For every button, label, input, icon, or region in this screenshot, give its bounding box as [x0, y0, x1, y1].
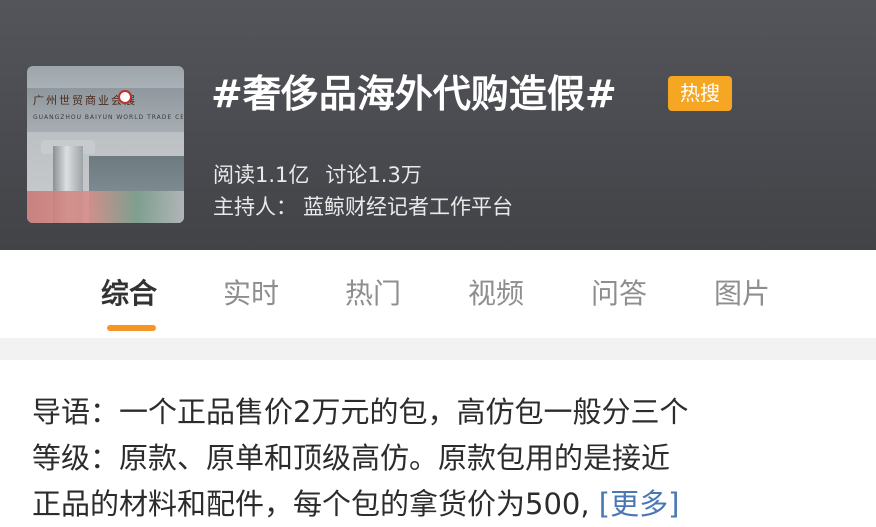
topic-cover-image[interactable]: 广州世贸商业会展 GUANGZHOU BAIYUN WORLD TRADE CE…	[27, 66, 184, 223]
topic-stats: 阅读1.1亿 讨论1.3万	[213, 160, 422, 190]
cover-poster	[27, 191, 184, 223]
cover-sub-lettering: GUANGZHOU BAIYUN WORLD TRADE CENTER	[33, 114, 183, 121]
cover-logo-icon	[118, 90, 132, 104]
tab-realtime[interactable]: 实时	[223, 272, 279, 316]
hot-badge: 热搜	[668, 76, 732, 111]
active-tab-indicator	[107, 325, 156, 331]
topic-title: #奢侈品海外代购造假#	[211, 72, 617, 116]
intro-line-text: 正品的材料和配件，每个包的拿货价为500	[32, 487, 581, 521]
topic-intro: 导语：一个正品售价2万元的包，高仿包一般分三个 等级：原款、原单和顶级高仿。原款…	[32, 389, 857, 527]
tab-bar: 综合 实时 热门 视频 问答 图片	[0, 250, 876, 338]
topic-header: 广州世贸商业会展 GUANGZHOU BAIYUN WORLD TRADE CE…	[0, 0, 876, 250]
host-name-link[interactable]: 蓝鲸财经记者工作平台	[303, 195, 513, 219]
section-divider	[0, 338, 876, 360]
discussion-count: 讨论1.3万	[325, 163, 422, 187]
read-count: 阅读1.1亿	[213, 163, 310, 187]
topic-host: 主持人： 蓝鲸财经记者工作平台	[213, 192, 513, 222]
tab-images[interactable]: 图片	[714, 272, 770, 316]
tab-comprehensive[interactable]: 综合	[101, 272, 157, 316]
cover-sign-lettering: 广州世贸商业会展	[33, 94, 137, 107]
intro-line: 导语：一个正品售价2万元的包，高仿包一般分三个	[32, 395, 689, 429]
host-label: 主持人：	[213, 195, 297, 219]
tab-video[interactable]: 视频	[468, 272, 524, 316]
intro-line: 等级：原款、原单和顶级高仿。原款包用的是接近	[32, 441, 671, 475]
tab-qa[interactable]: 问答	[591, 272, 647, 316]
tab-hot[interactable]: 热门	[345, 272, 401, 316]
more-link[interactable]: [更多]	[599, 487, 680, 521]
intro-line-last: 正品的材料和配件，每个包的拿货价为500, [更多]	[32, 487, 680, 521]
